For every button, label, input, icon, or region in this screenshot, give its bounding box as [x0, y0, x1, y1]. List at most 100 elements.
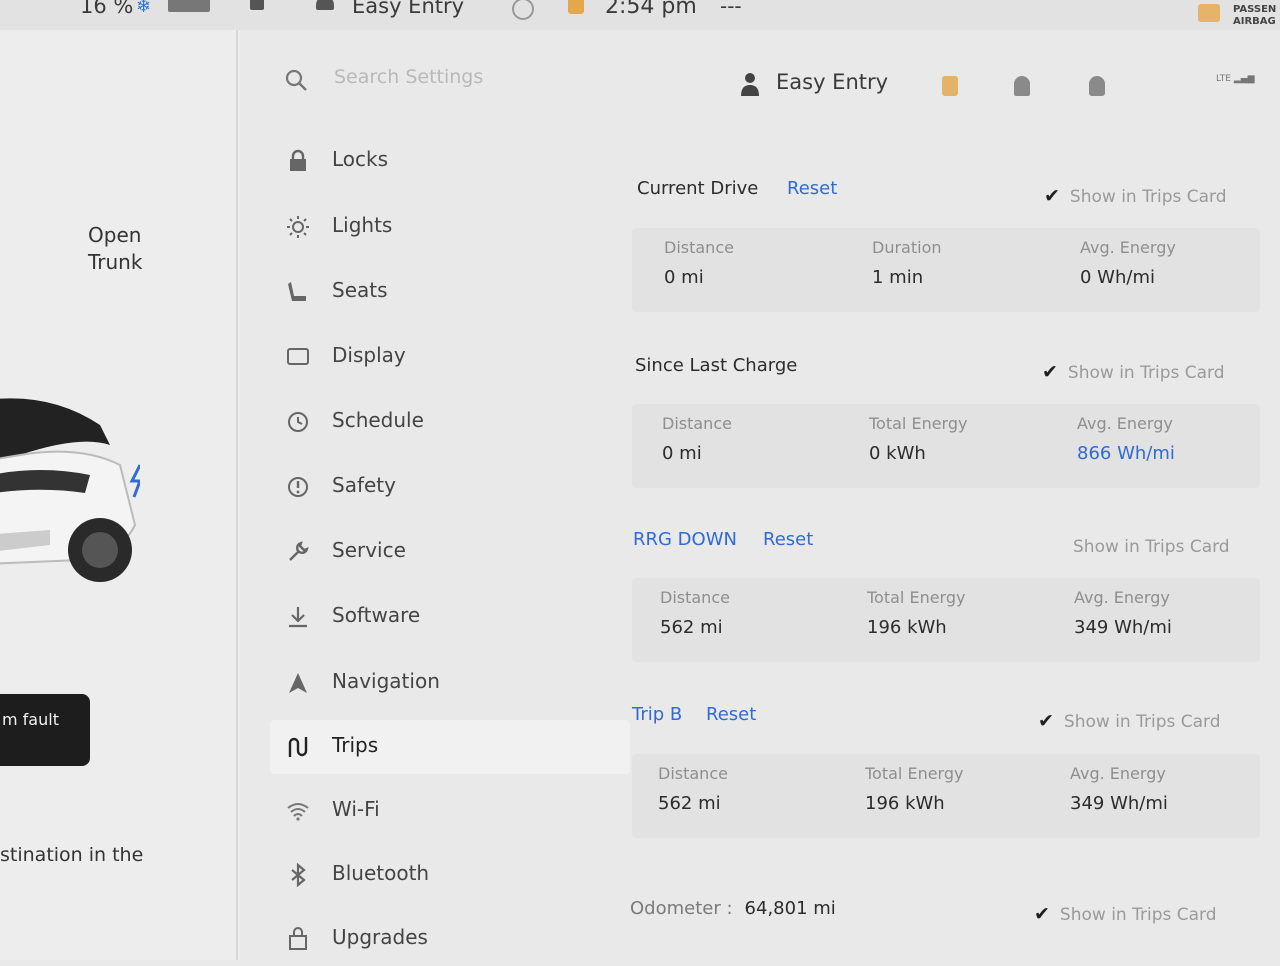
- current-drive-show-toggle[interactable]: ✔ Show in Trips Card: [1044, 185, 1227, 207]
- show-card-label: Show in Trips Card: [1073, 537, 1230, 557]
- stat-label: Total Energy: [865, 764, 964, 783]
- stat-avg-energy: Avg. Energy 0 Wh/mi: [1080, 238, 1176, 288]
- profile-icon[interactable]: [740, 72, 760, 96]
- wrench-icon: [289, 541, 309, 561]
- clock-icon: [288, 412, 308, 432]
- status-bar: 16 % ❄ Easy Entry 2:54 pm --- PASSEN AIR…: [0, 0, 1280, 30]
- sidebar-item-schedule[interactable]: Schedule: [270, 395, 630, 449]
- car-image: [0, 398, 140, 582]
- sidebar-item-wifi[interactable]: Wi-Fi: [270, 784, 630, 838]
- download-status-icon[interactable]: [942, 76, 958, 96]
- trip-a-show-toggle[interactable]: Show in Trips Card: [1073, 537, 1230, 557]
- checkmark-icon: ✔: [1034, 903, 1050, 925]
- sidebar-item-label: Lights: [332, 213, 393, 237]
- clock-time: 2:54 pm: [605, 0, 697, 19]
- stat-label: Total Energy: [867, 588, 966, 607]
- open-trunk-button[interactable]: Open Trunk: [88, 222, 142, 276]
- stat-value: 1 min: [872, 267, 924, 288]
- sidebar-item-label: Seats: [332, 278, 388, 302]
- show-card-label: Show in Trips Card: [1067, 363, 1225, 383]
- sidebar-item-label: Safety: [332, 473, 396, 497]
- sidebar-item-lights[interactable]: Lights: [270, 200, 630, 254]
- odometer-label: Odometer :: [630, 898, 733, 919]
- current-drive-title: Current Drive: [637, 178, 759, 199]
- sidebar-item-bluetooth[interactable]: Bluetooth: [270, 848, 630, 902]
- sidebar-item-trips[interactable]: Trips: [270, 720, 630, 774]
- header-profile-name[interactable]: Easy Entry: [776, 70, 888, 94]
- sidebar-item-label: Service: [332, 538, 406, 562]
- trip-a-reset-button[interactable]: Reset: [763, 529, 813, 550]
- trip-a-title[interactable]: RRG DOWN: [633, 529, 737, 550]
- odometer-show-toggle[interactable]: ✔ Show in Trips Card: [1034, 903, 1217, 925]
- sidebar-item-display[interactable]: Display: [270, 330, 630, 384]
- sidebar-item-upgrades[interactable]: Upgrades: [270, 912, 630, 966]
- lightbulb-icon: [287, 216, 309, 238]
- stat-label: Duration: [872, 238, 942, 257]
- airbag-line-2: AIRBAG: [1233, 16, 1276, 27]
- homelink-icon[interactable]: [1014, 76, 1030, 96]
- stat-label: Avg. Energy: [1070, 764, 1166, 783]
- sidebar-item-service[interactable]: Service: [270, 525, 630, 579]
- sidebar-item-navigation[interactable]: Navigation: [270, 656, 630, 710]
- status-profile-name[interactable]: Easy Entry: [352, 0, 464, 18]
- since-last-charge-show-toggle[interactable]: ✔ Show in Trips Card: [1042, 361, 1225, 383]
- lock-status-icon[interactable]: [250, 0, 264, 10]
- upgrades-icon: [289, 927, 307, 950]
- panel-divider: [236, 30, 238, 960]
- stat-label: Distance: [662, 414, 732, 433]
- stat-avg-energy: Avg. Energy 866 Wh/mi: [1077, 414, 1175, 464]
- stat-value: 196 kWh: [865, 793, 945, 814]
- stat-distance: Distance 0 mi: [664, 238, 734, 288]
- stat-label: Avg. Energy: [1080, 238, 1176, 257]
- stat-label: Total Energy: [869, 414, 968, 433]
- sidebar-item-label: Display: [332, 343, 406, 367]
- stat-total-energy: Total Energy 196 kWh: [867, 588, 965, 638]
- current-drive-reset-button[interactable]: Reset: [787, 178, 837, 199]
- search-settings[interactable]: Search Settings: [284, 64, 584, 96]
- since-last-charge-stats: Distance 0 mi Total Energy 0 kWh Avg. En…: [632, 404, 1260, 488]
- lock-icon: [290, 149, 306, 171]
- trip-b-reset-button[interactable]: Reset: [706, 704, 756, 725]
- car-panel: Open Trunk m fault stination in the: [0, 30, 240, 960]
- search-placeholder: Search Settings: [334, 66, 484, 88]
- trip-b-show-toggle[interactable]: ✔ Show in Trips Card: [1038, 710, 1221, 732]
- snowflake-icon: ❄: [136, 0, 152, 17]
- driver-profile-icon[interactable]: [316, 0, 334, 10]
- lte-label: LTE: [1216, 74, 1231, 84]
- sidebar-item-label: Bluetooth: [332, 861, 430, 885]
- sidebar-item-safety[interactable]: Safety: [270, 460, 630, 514]
- stat-distance: Distance 0 mi: [662, 414, 732, 464]
- show-card-label: Show in Trips Card: [1059, 905, 1217, 925]
- passenger-airbag-label: PASSEN AIRBAG: [1233, 4, 1276, 28]
- trip-b-title[interactable]: Trip B: [632, 704, 682, 725]
- stat-distance: Distance 562 mi: [658, 764, 728, 814]
- sidebar-item-seats[interactable]: Seats: [270, 265, 630, 319]
- odometer-value: 64,801 mi: [744, 898, 836, 919]
- safety-icon: [288, 477, 308, 497]
- outside-temp: ---: [720, 0, 742, 18]
- checkmark-icon: ✔: [1044, 185, 1060, 207]
- search-icon: [285, 69, 307, 91]
- sidebar-item-locks[interactable]: Locks: [270, 134, 630, 188]
- sidebar-item-label: Schedule: [332, 408, 424, 432]
- stat-value: 349 Wh/mi: [1074, 617, 1172, 638]
- stat-value: 0 kWh: [869, 443, 926, 464]
- airbag-line-1: PASSEN: [1233, 4, 1277, 15]
- stat-value: 0 Wh/mi: [1080, 267, 1155, 288]
- lte-signal-icon: LTE ▂▄▆: [1216, 74, 1255, 84]
- stat-total-energy: Total Energy 196 kWh: [865, 764, 963, 814]
- sentry-icon[interactable]: [512, 0, 534, 20]
- stat-avg-energy: Avg. Energy 349 Wh/mi: [1070, 764, 1168, 814]
- bell-icon[interactable]: [1089, 76, 1105, 96]
- warning-icon[interactable]: [568, 0, 584, 14]
- show-card-label: Show in Trips Card: [1063, 712, 1221, 732]
- stat-avg-energy: Avg. Energy 349 Wh/mi: [1074, 588, 1172, 638]
- bluetooth-icon: [291, 863, 306, 887]
- passenger-airbag-icon: [1198, 4, 1220, 22]
- stat-distance: Distance 562 mi: [660, 588, 730, 638]
- sidebar-item-label: Wi-Fi: [332, 797, 380, 821]
- fault-alert-badge[interactable]: m fault: [0, 694, 90, 766]
- sidebar-item-label: Software: [332, 603, 421, 627]
- sidebar-item-software[interactable]: Software: [270, 590, 630, 644]
- stat-total-energy: Total Energy 0 kWh: [869, 414, 967, 464]
